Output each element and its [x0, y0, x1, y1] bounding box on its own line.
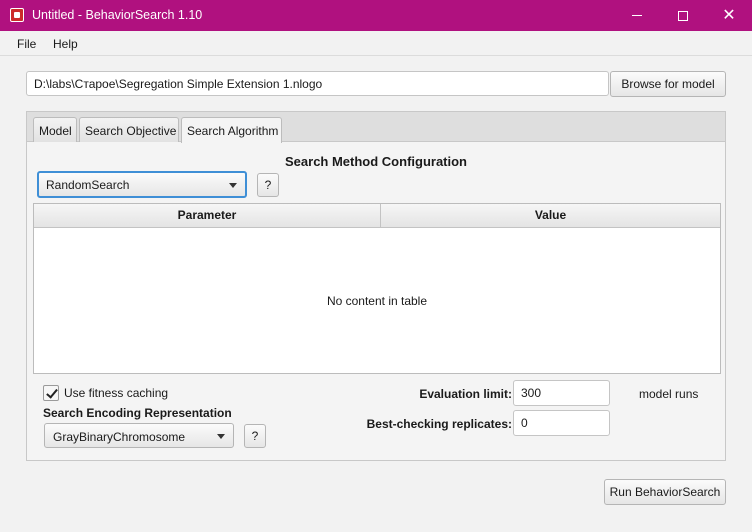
encoding-select[interactable]: GrayBinaryChromosome — [44, 423, 234, 448]
tab-search-algorithm[interactable]: Search Algorithm — [181, 117, 282, 143]
close-button[interactable]: ✕ — [706, 0, 752, 31]
minimize-button[interactable] — [614, 0, 660, 31]
fitness-caching-label: Use fitness caching — [64, 386, 169, 400]
column-header-value[interactable]: Value — [381, 204, 720, 228]
encoding-value: GrayBinaryChromosome — [53, 430, 186, 444]
maximize-button[interactable] — [660, 0, 706, 31]
menu-help[interactable]: Help — [53, 37, 78, 51]
tab-strip: Model Search Objective Search Algorithm — [27, 112, 725, 143]
menu-file[interactable]: File — [17, 37, 36, 51]
model-path-field[interactable]: D:\labs\Старое\Segregation Simple Extens… — [26, 71, 609, 96]
fitness-caching-row[interactable]: Use fitness caching — [43, 385, 168, 401]
encoding-title: Search Encoding Representation — [43, 406, 232, 420]
menu-bar: File Help — [0, 31, 752, 56]
tab-search-objective[interactable]: Search Objective — [79, 117, 179, 142]
chevron-down-icon — [229, 183, 237, 188]
search-method-help-button[interactable]: ? — [257, 173, 279, 197]
encoding-help-button[interactable]: ? — [244, 424, 266, 448]
evaluation-limit-label: Evaluation limit: — [419, 387, 512, 401]
window-title: Untitled - BehaviorSearch 1.10 — [32, 8, 203, 22]
close-icon: ✕ — [722, 6, 736, 24]
chevron-down-icon — [217, 434, 225, 439]
column-header-parameter[interactable]: Parameter — [34, 204, 381, 228]
tab-model[interactable]: Model — [33, 117, 77, 142]
search-method-select[interactable]: RandomSearch — [37, 171, 247, 198]
evaluation-limit-input[interactable]: 300 — [513, 380, 610, 406]
search-method-value: RandomSearch — [46, 178, 130, 192]
browse-model-button[interactable]: Browse for model — [610, 71, 726, 97]
minimize-icon — [632, 15, 642, 16]
run-behaviorsearch-button[interactable]: Run BehaviorSearch — [604, 479, 726, 505]
evaluation-units-label: model runs — [639, 387, 699, 401]
best-checking-input[interactable]: 0 — [513, 410, 610, 436]
best-checking-label: Best-checking replicates: — [366, 417, 512, 431]
fitness-caching-checkbox[interactable] — [43, 385, 59, 401]
table-empty-message: No content in table — [326, 294, 428, 308]
title-bar: Untitled - BehaviorSearch 1.10 ✕ — [0, 0, 752, 31]
maximize-icon — [678, 10, 688, 21]
tab-pane: Model Search Objective Search Algorithm … — [26, 111, 726, 461]
table-header: Parameter Value — [34, 204, 720, 228]
section-title: Search Method Configuration — [285, 154, 467, 169]
app-icon — [10, 8, 24, 22]
parameter-table[interactable]: Parameter Value No content in table — [33, 203, 721, 374]
